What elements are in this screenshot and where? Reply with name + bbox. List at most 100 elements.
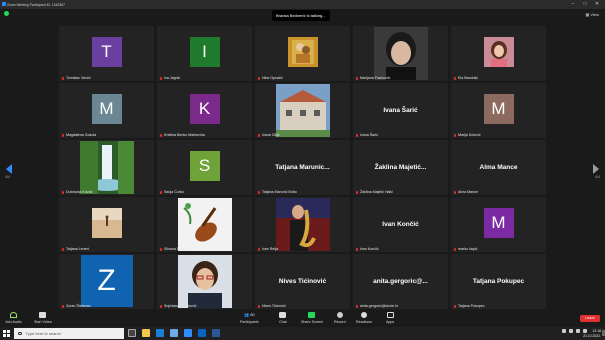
participant-name: Nina Oprašić: [262, 76, 283, 80]
active-speaker-banner: Branka Bednerić is talking...: [272, 10, 330, 21]
windows-start-icon[interactable]: [3, 330, 10, 337]
participant-tile[interactable]: Marijana Franković: [353, 26, 448, 81]
participant-name: anita.gergoric@skole.hr: [360, 304, 399, 308]
participant-tile[interactable]: Ivan Končić Ivan Končić: [353, 197, 448, 252]
participant-name-label: Tatjana Marunić Brdio: [258, 190, 297, 194]
participant-name: Ivan Končić: [360, 247, 379, 251]
participant-tile[interactable]: Ela Bandulić: [451, 26, 546, 81]
task-view-icon[interactable]: [128, 329, 136, 337]
participant-name-label: Ela Bandulić: [454, 76, 478, 80]
word-icon[interactable]: [212, 329, 220, 337]
page-indicator-right: 4/4: [595, 175, 600, 179]
participant-display-name: Tatjana Marunic...: [275, 163, 330, 171]
record-label: Record: [334, 320, 346, 324]
participant-tile[interactable]: Z Zoran Štefanac: [59, 254, 154, 309]
leave-button[interactable]: Leave: [580, 315, 600, 322]
outlook-icon[interactable]: [198, 329, 206, 337]
participant-name: Dubravka Kovač: [66, 190, 93, 194]
share-screen-button[interactable]: Share Screen: [301, 312, 323, 324]
participant-name: Nives Tićinović: [262, 304, 286, 308]
muted-mic-icon: [160, 247, 162, 251]
minimize-icon[interactable]: –: [567, 0, 579, 9]
muted-mic-icon: [454, 76, 456, 80]
participant-tile[interactable]: M Marija Dolović: [451, 83, 546, 138]
participant-name: Tatjana Pokupec: [458, 304, 485, 308]
participant-name: Ivana Glijić: [262, 133, 280, 137]
muted-mic-icon: [62, 76, 64, 80]
speaker-icon[interactable]: [576, 329, 580, 333]
apps-button[interactable]: Apps: [386, 312, 394, 324]
participant-tile[interactable]: S Sanja Ćurko: [157, 140, 252, 195]
muted-mic-icon: [356, 190, 358, 194]
participant-tile[interactable]: Alma Mance Alma Mance: [451, 140, 546, 195]
participant-name: Silvana Dujić: [164, 247, 185, 251]
view-button[interactable]: ▦ View: [586, 12, 600, 17]
participant-tile[interactable]: Tatjana Marunic... Tatjana Marunić Brdio: [255, 140, 350, 195]
participant-video-image: [79, 141, 134, 194]
participant-name-label: marko čapić: [454, 247, 477, 251]
participant-name: Tatjana Lenert: [66, 247, 89, 251]
next-page-arrow-icon[interactable]: [593, 164, 599, 174]
maximize-icon[interactable]: □: [579, 0, 591, 9]
participant-tile[interactable]: Ivan Relja: [255, 197, 350, 252]
muted-mic-icon: [454, 133, 456, 137]
muted-mic-icon: [356, 76, 358, 80]
chat-button[interactable]: Chat: [279, 312, 287, 324]
zoom-logo-icon: [2, 2, 6, 6]
security-shield-icon[interactable]: [4, 11, 9, 16]
share-screen-label: Share Screen: [301, 320, 323, 324]
participant-tile[interactable]: Žaklina Majetić... Žaklina Majetić Halić: [353, 140, 448, 195]
chevron-up-icon[interactable]: [562, 329, 566, 333]
muted-mic-icon: [160, 190, 162, 194]
participant-avatar: Z: [80, 255, 133, 307]
participant-tile[interactable]: Nives Tićinović Nives Tićinović: [255, 254, 350, 309]
participant-tile[interactable]: I Iva Jagnić: [157, 26, 252, 81]
participant-name: Marijana Franković: [360, 76, 391, 80]
participant-tile[interactable]: Mmarko čapić: [451, 197, 546, 252]
muted-mic-icon: [62, 304, 64, 308]
participants-button[interactable]: 👥 80 Participants: [240, 312, 259, 324]
muted-mic-icon: [258, 133, 260, 137]
close-icon[interactable]: ✕: [591, 0, 603, 9]
participant-tile[interactable]: anita.gergoric@... anita.gergoric@skole.h…: [353, 254, 448, 309]
taskbar-search-input[interactable]: Type here to search: [14, 328, 124, 339]
join-audio-button[interactable]: Join Audio: [5, 312, 22, 324]
previous-page-arrow-icon[interactable]: [6, 164, 12, 174]
participant-name-label: Magdalena Goluža: [62, 133, 96, 137]
participant-tile[interactable]: Silvana Dujić: [157, 197, 252, 252]
participant-display-name: Ivan Končić: [382, 220, 419, 228]
participant-video-image: [275, 84, 330, 137]
participant-avatar: M: [91, 94, 122, 124]
muted-mic-icon: [160, 304, 162, 308]
participant-name-label: Ivan Končić: [356, 247, 379, 251]
participant-tile[interactable]: M Magdalena Goluža: [59, 83, 154, 138]
participant-display-name: Nives Tićinović: [278, 277, 327, 285]
participant-tile[interactable]: Nina Oprašić: [255, 26, 350, 81]
taskbar-clock[interactable]: 12:16 21.10.2022.: [583, 329, 601, 339]
participant-name-label: Marija Dolović: [454, 133, 481, 137]
record-button[interactable]: Record: [334, 312, 346, 324]
participant-name: Snježana Stojaković: [164, 304, 197, 308]
participant-tile[interactable]: T Tomislav Verzić: [59, 26, 154, 81]
participant-tile[interactable]: Dubravka Kovač: [59, 140, 154, 195]
start-video-button[interactable]: Start Video: [34, 312, 52, 324]
meeting-top-strip: Branka Bednerić is talking... ▦ View: [0, 9, 605, 23]
muted-mic-icon: [160, 76, 162, 80]
participant-tile[interactable]: Tatjana Pokupec Tatjana Pokupec: [451, 254, 546, 309]
store-icon[interactable]: [170, 329, 178, 337]
zoom-app-icon[interactable]: [184, 329, 192, 337]
muted-mic-icon: [62, 133, 64, 137]
participant-tile[interactable]: Ivana Glijić: [255, 83, 350, 138]
participant-video-image: [91, 208, 122, 238]
window-controls: – □ ✕: [567, 0, 603, 9]
participant-tile[interactable]: K Kristina Benko Markovina: [157, 83, 252, 138]
participant-tile[interactable]: Snježana Stojaković: [157, 254, 252, 309]
edge-browser-icon[interactable]: [156, 329, 164, 337]
file-explorer-icon[interactable]: [142, 329, 150, 337]
participant-avatar: T: [91, 37, 122, 67]
participant-display-name: Ivana Šarić: [383, 106, 418, 114]
network-icon[interactable]: [569, 329, 573, 333]
participant-tile[interactable]: Tatjana Lenert: [59, 197, 154, 252]
reactions-button[interactable]: Reactions: [356, 312, 372, 324]
participant-tile[interactable]: Ivana Šarić Ivana Šarić: [353, 83, 448, 138]
